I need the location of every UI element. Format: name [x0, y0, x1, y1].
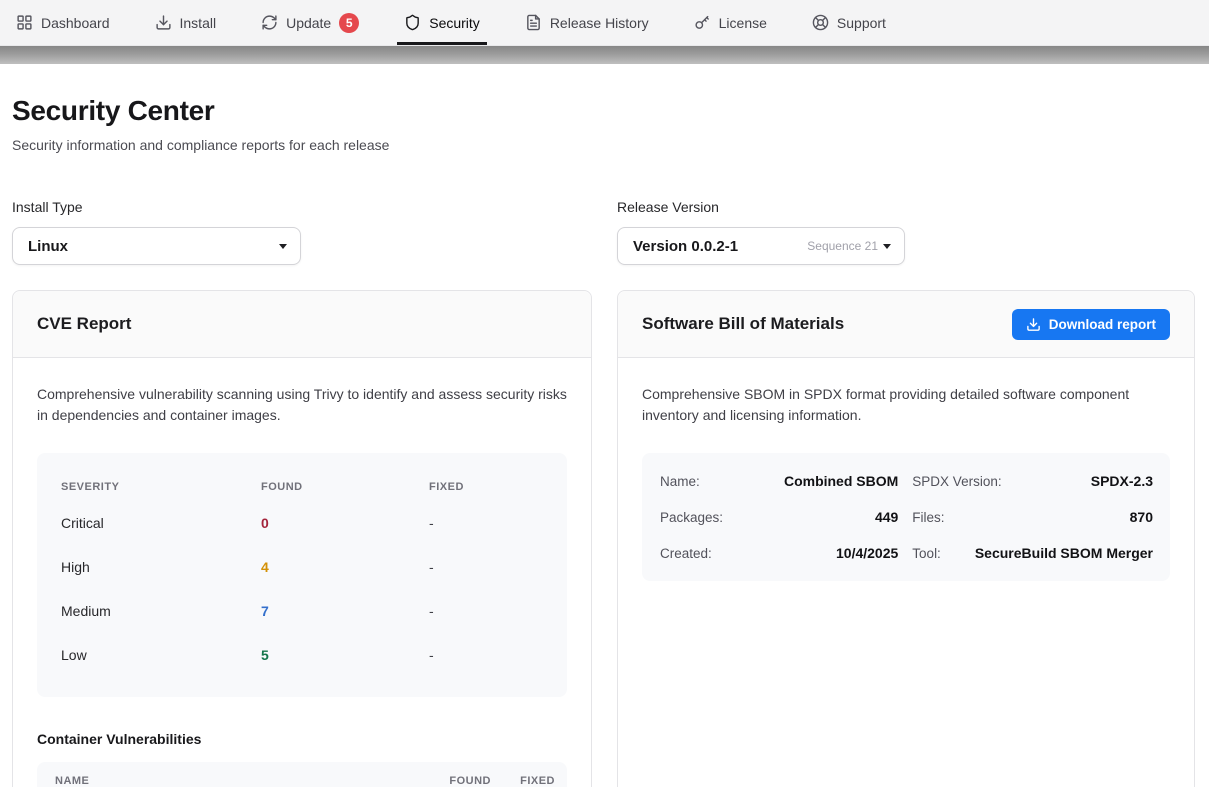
release-version-filter: Release Version Version 0.0.2-1 Sequence… — [617, 199, 1195, 265]
nav-tab-label: Install — [180, 15, 217, 31]
col-fixed: FIXED — [491, 775, 555, 787]
nav-tab-label: Support — [837, 15, 886, 31]
chevron-down-icon — [883, 244, 891, 249]
nav-tab-label: License — [719, 15, 767, 31]
page-title: Security Center — [12, 95, 1195, 127]
nav-tab-release-history[interactable]: Release History — [518, 0, 656, 45]
col-found: FOUND — [411, 775, 491, 787]
severity-label: High — [61, 559, 261, 575]
security-center-screen: Dashboard Install Update 5 Security — [0, 0, 1209, 787]
install-type-value: Linux — [28, 238, 68, 255]
download-icon — [1026, 317, 1041, 332]
fixed-count: - — [429, 647, 543, 663]
detail-files: Files: 870 — [912, 499, 1153, 535]
severity-table-header: SEVERITY FOUND FIXED — [61, 469, 543, 493]
nav-divider-strip — [0, 46, 1209, 64]
top-nav: Dashboard Install Update 5 Security — [0, 0, 1209, 46]
nav-tab-label: Security — [429, 15, 480, 31]
release-version-label: Release Version — [617, 199, 1195, 215]
key-icon — [694, 14, 711, 31]
nav-tab-license[interactable]: License — [687, 0, 774, 45]
nav-tab-label: Update — [286, 15, 331, 31]
container-vulnerabilities-table-header: NAME FOUND FIXED — [37, 762, 567, 787]
detail-spdx-version: SPDX Version: SPDX-2.3 — [912, 463, 1153, 499]
severity-label: Medium — [61, 603, 261, 619]
detail-packages: Packages: 449 — [660, 499, 898, 535]
filters-row: Install Type Linux Release Version Versi… — [12, 199, 1195, 265]
sbom-card-header: Software Bill of Materials Download repo… — [618, 291, 1194, 358]
release-version-value: Version 0.0.2-1 — [633, 238, 738, 255]
col-name: NAME — [55, 775, 411, 787]
lifebuoy-icon — [812, 14, 829, 31]
table-row-high: High 4 - — [61, 545, 543, 589]
table-row-critical: Critical 0 - — [61, 501, 543, 545]
fixed-count: - — [429, 603, 543, 619]
cve-description: Comprehensive vulnerability scanning usi… — [37, 384, 567, 426]
found-count: 4 — [261, 559, 429, 575]
page-subtitle: Security information and compliance repo… — [12, 137, 1195, 153]
found-count: 0 — [261, 515, 429, 531]
nav-tab-install[interactable]: Install — [148, 0, 224, 45]
col-found: FOUND — [261, 481, 429, 493]
nav-tab-dashboard[interactable]: Dashboard — [9, 0, 117, 45]
severity-label: Critical — [61, 515, 261, 531]
col-fixed: FIXED — [429, 481, 543, 493]
update-count-badge: 5 — [339, 13, 359, 33]
download-icon — [155, 14, 172, 31]
nav-tab-label: Dashboard — [41, 15, 110, 31]
install-type-filter: Install Type Linux — [12, 199, 592, 265]
cve-card-header: CVE Report — [13, 291, 591, 358]
cve-report-card: CVE Report Comprehensive vulnerability s… — [12, 290, 592, 787]
download-report-button[interactable]: Download report — [1012, 309, 1170, 340]
chevron-down-icon — [279, 244, 287, 249]
severity-label: Low — [61, 647, 261, 663]
nav-tab-update[interactable]: Update 5 — [254, 0, 366, 45]
release-sequence-label: Sequence 21 — [807, 239, 878, 253]
detail-name: Name: Combined SBOM — [660, 463, 898, 499]
nav-tab-label: Release History — [550, 15, 649, 31]
shield-icon — [404, 14, 421, 31]
severity-table: SEVERITY FOUND FIXED Critical 0 - High 4 — [37, 453, 567, 697]
release-version-select[interactable]: Version 0.0.2-1 Sequence 21 — [617, 227, 905, 265]
detail-tool: Tool: SecureBuild SBOM Merger — [912, 535, 1153, 571]
sbom-description: Comprehensive SBOM in SPDX format provid… — [642, 384, 1170, 426]
table-row-medium: Medium 7 - — [61, 589, 543, 633]
fixed-count: - — [429, 515, 543, 531]
col-severity: SEVERITY — [61, 481, 261, 493]
nav-tab-security[interactable]: Security — [397, 0, 487, 45]
file-text-icon — [525, 14, 542, 31]
container-vulnerabilities-heading: Container Vulnerabilities — [37, 731, 567, 747]
fixed-count: - — [429, 559, 543, 575]
install-type-label: Install Type — [12, 199, 592, 215]
found-count: 7 — [261, 603, 429, 619]
sbom-card: Software Bill of Materials Download repo… — [617, 290, 1195, 787]
sbom-card-title: Software Bill of Materials — [642, 314, 844, 334]
cve-card-title: CVE Report — [37, 314, 131, 334]
sbom-details-table: Name: Combined SBOM SPDX Version: SPDX-2… — [642, 453, 1170, 581]
download-report-label: Download report — [1049, 317, 1156, 332]
detail-created: Created: 10/4/2025 — [660, 535, 898, 571]
nav-tab-support[interactable]: Support — [805, 0, 893, 45]
refresh-icon — [261, 14, 278, 31]
install-type-select[interactable]: Linux — [12, 227, 301, 265]
found-count: 5 — [261, 647, 429, 663]
table-row-low: Low 5 - — [61, 633, 543, 677]
dashboard-grid-icon — [16, 14, 33, 31]
